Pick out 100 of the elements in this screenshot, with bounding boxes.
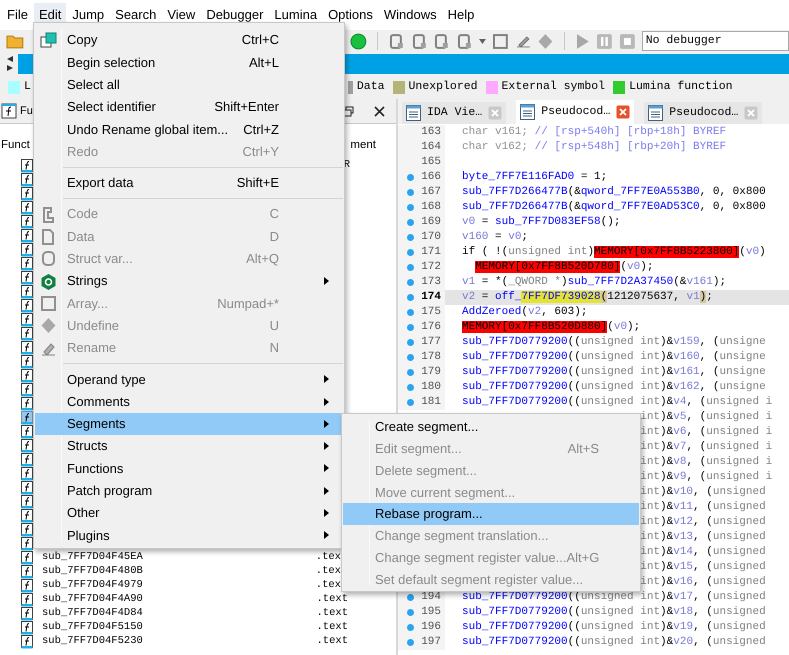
debugger-field[interactable]: No debugger bbox=[642, 31, 789, 51]
menu-item[interactable]: Rebase program... bbox=[343, 503, 639, 525]
menu-item[interactable]: Export data Shift+E bbox=[35, 172, 343, 194]
breakpoint-dot[interactable] bbox=[407, 264, 414, 271]
menu-item[interactable]: Plugins bbox=[35, 524, 343, 547]
menu-item[interactable]: Debugger bbox=[201, 3, 268, 27]
folder-icon[interactable] bbox=[6, 33, 24, 49]
menu-item[interactable]: Functions bbox=[35, 457, 343, 480]
function-icon[interactable] bbox=[21, 215, 33, 229]
breakpoint-dot[interactable] bbox=[407, 339, 414, 346]
function-name[interactable]: sub_7FF7D04F4979 bbox=[42, 578, 143, 594]
menu-item[interactable]: Search bbox=[110, 3, 162, 27]
editor-tab[interactable]: Pseudocod… bbox=[644, 102, 762, 124]
function-icon[interactable] bbox=[21, 467, 33, 481]
breakpoint-dot[interactable] bbox=[407, 369, 414, 376]
function-icon[interactable] bbox=[21, 285, 33, 299]
breakpoint-dot[interactable] bbox=[407, 309, 414, 316]
breakpoint-dot[interactable] bbox=[407, 234, 414, 241]
menu-item[interactable]: Comments bbox=[35, 390, 343, 413]
menu-item[interactable]: Options bbox=[323, 3, 378, 27]
function-icon[interactable] bbox=[21, 481, 33, 495]
function-icon[interactable] bbox=[21, 187, 33, 201]
function-icon[interactable] bbox=[21, 341, 33, 355]
menu-item[interactable]: Windows bbox=[378, 3, 442, 27]
line-number: 173 bbox=[421, 275, 441, 290]
function-name[interactable]: sub_7FF7D04F4D84 bbox=[42, 606, 143, 622]
function-icon[interactable] bbox=[21, 579, 33, 593]
function-name[interactable]: sub_7FF7D04F45EA bbox=[42, 550, 143, 566]
function-icon[interactable] bbox=[21, 313, 33, 327]
function-icon[interactable] bbox=[21, 257, 33, 271]
function-icon[interactable] bbox=[21, 621, 33, 635]
function-icon[interactable] bbox=[21, 159, 33, 173]
function-icon[interactable] bbox=[21, 453, 33, 467]
breakpoint-dot[interactable] bbox=[407, 294, 414, 301]
breakpoint-dot[interactable] bbox=[407, 609, 414, 616]
menu-item[interactable]: Copy Ctrl+C bbox=[35, 29, 343, 52]
function-icon[interactable] bbox=[21, 173, 33, 187]
menu-item[interactable]: Operand type bbox=[35, 368, 343, 390]
menu-item[interactable]: Create segment... bbox=[343, 416, 639, 438]
frame-icon[interactable] bbox=[492, 32, 509, 50]
menu-item[interactable]: Structs bbox=[35, 435, 343, 458]
function-icon[interactable] bbox=[21, 369, 33, 383]
function-icon[interactable] bbox=[21, 495, 33, 509]
breakpoint-dot[interactable] bbox=[407, 219, 414, 226]
menu-item[interactable]: Patch program bbox=[35, 480, 343, 502]
function-icon[interactable] bbox=[21, 635, 33, 649]
breakpoint-dot[interactable] bbox=[407, 594, 414, 601]
menu-item[interactable]: Select identifier Shift+Enter bbox=[35, 96, 343, 118]
breakpoint-dot[interactable] bbox=[407, 249, 414, 256]
breakpoint-dot[interactable] bbox=[407, 399, 414, 406]
menu-item[interactable]: Other bbox=[35, 502, 343, 524]
function-icon[interactable] bbox=[21, 383, 33, 397]
menu-item[interactable]: Strings bbox=[35, 270, 343, 292]
function-icon[interactable] bbox=[21, 243, 33, 257]
breakpoint-dot[interactable] bbox=[407, 324, 414, 331]
function-icon[interactable] bbox=[21, 299, 33, 313]
function-icon[interactable] bbox=[21, 355, 33, 369]
function-icon[interactable] bbox=[21, 607, 33, 621]
function-icon[interactable] bbox=[21, 565, 33, 579]
start-icon[interactable] bbox=[350, 32, 367, 50]
function-icon[interactable] bbox=[21, 271, 33, 285]
function-icon[interactable] bbox=[21, 537, 33, 551]
function-name[interactable]: sub_7FF7D04F4A90 bbox=[42, 592, 143, 608]
menu-item[interactable]: Begin selection Alt+L bbox=[35, 51, 343, 74]
function-name[interactable]: sub_7FF7D04F480B bbox=[42, 564, 143, 580]
arrows-icon[interactable] bbox=[5, 54, 15, 74]
function-icon[interactable] bbox=[21, 593, 33, 607]
breakpoint-dot[interactable] bbox=[407, 354, 414, 361]
function-name[interactable]: sub_7FF7D04F5230 bbox=[42, 634, 143, 650]
breakpoint-dot[interactable] bbox=[407, 639, 414, 646]
menu-item[interactable]: Lumina bbox=[269, 3, 322, 27]
menu-item[interactable]: Jump bbox=[67, 3, 110, 27]
menu-item[interactable]: View bbox=[162, 3, 200, 27]
menu-item[interactable]: Help bbox=[442, 3, 480, 27]
function-icon[interactable] bbox=[21, 551, 33, 565]
function-icon[interactable] bbox=[21, 439, 33, 453]
breakpoint-dot[interactable] bbox=[407, 189, 414, 196]
breakpoint-dot[interactable] bbox=[407, 174, 414, 181]
breakpoint-dot[interactable] bbox=[407, 279, 414, 286]
breakpoint-dot[interactable] bbox=[407, 384, 414, 391]
function-icon[interactable] bbox=[21, 397, 33, 411]
function-name[interactable]: sub_7FF7D04F5150 bbox=[42, 620, 143, 636]
function-icon[interactable] bbox=[21, 327, 33, 341]
breakpoint-dot[interactable] bbox=[407, 204, 414, 211]
function-icon[interactable] bbox=[21, 425, 33, 439]
function-icon[interactable] bbox=[21, 201, 33, 215]
breakpoint-dot[interactable] bbox=[407, 624, 414, 631]
editor-tab[interactable]: IDA Vie… bbox=[402, 102, 506, 124]
menu-item[interactable]: Undo Rename global item... Ctrl+Z bbox=[35, 118, 343, 140]
function-icon[interactable] bbox=[21, 229, 33, 243]
menu-item[interactable]: Segments bbox=[35, 412, 343, 436]
function-icon[interactable] bbox=[21, 411, 33, 425]
caret-icon[interactable] bbox=[478, 38, 486, 44]
function-icon[interactable] bbox=[21, 509, 33, 523]
menu-item[interactable]: Select all bbox=[35, 74, 343, 96]
function-icon[interactable] bbox=[21, 523, 33, 537]
editor-tab[interactable]: Pseudocod… bbox=[516, 100, 634, 124]
menu-item[interactable]: File bbox=[2, 3, 33, 27]
code-line: int)&v8, (unsigned i bbox=[640, 455, 772, 470]
close-icon[interactable] bbox=[374, 106, 385, 116]
